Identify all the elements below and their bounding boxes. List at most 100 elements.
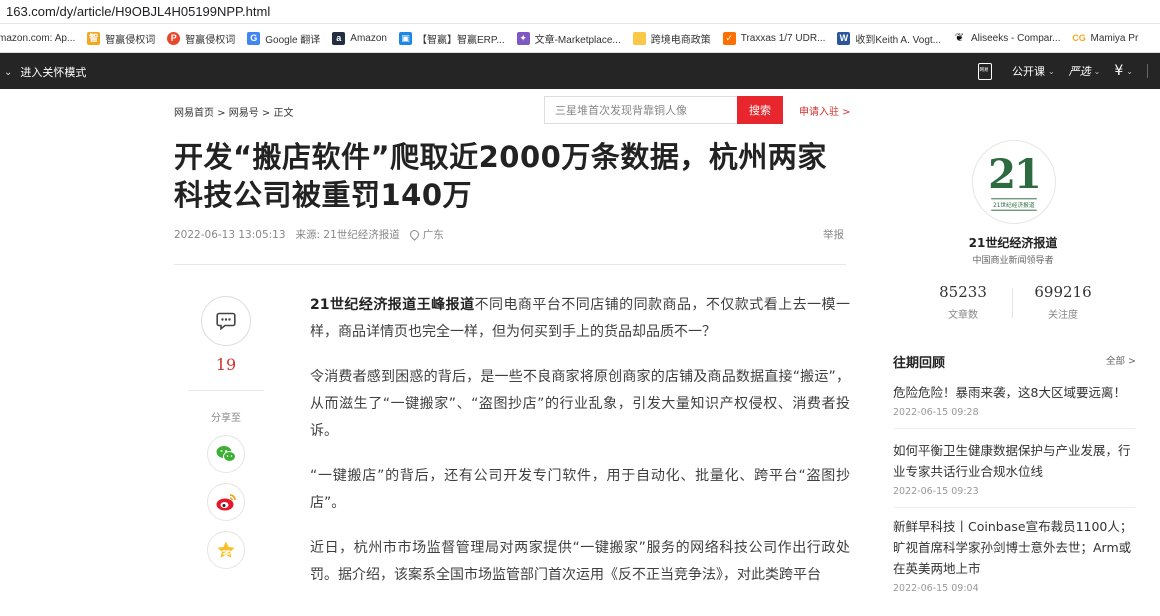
chevron-down-icon: ⌄: [4, 66, 13, 78]
bookmark-label: 智赢侵权词: [105, 34, 156, 46]
comment-button[interactable]: [201, 296, 251, 346]
source-description: 中国商业新闻领导者: [972, 256, 1054, 266]
apply-join-link[interactable]: 申请入驻 >: [799, 103, 851, 118]
stat-label: 文章数: [948, 310, 978, 321]
logo-number: 21: [988, 150, 1042, 198]
finance-menu[interactable]: ¥ ⌄: [1114, 63, 1133, 79]
yanxuan-menu[interactable]: 严选 ⌄: [1069, 63, 1101, 79]
paragraph: 近日，杭州市市场监督管理局对两家提供“一键搬家”服务的网络科技公司作出行政处罚。…: [310, 540, 850, 583]
publish-date: 2022-06-13 13:05:13: [174, 228, 286, 241]
open-course-menu[interactable]: 公开课 ⌄: [1012, 63, 1055, 79]
bookmark-label: Mamiya Pr: [1090, 32, 1139, 44]
chevron-down-icon: ⌄: [1126, 66, 1133, 76]
article-location: 广东: [422, 229, 444, 241]
news-date: 2022-06-15 09:23: [893, 486, 979, 497]
qzone-star-icon: [217, 541, 235, 558]
site-header: ⌄ 进入关怀模式 公开课⌄ 严选⌄ ¥⌄: [0, 53, 1160, 89]
divider: [1147, 64, 1148, 78]
share-weibo-button[interactable]: [207, 483, 245, 521]
bookmark-label: 收到Keith A. Vogt...: [855, 34, 941, 46]
news-title[interactable]: 新鲜早科技丨Coinbase宣布裁员1100人；旷视首席科学家孙剑博士意外去世；…: [893, 516, 1135, 579]
divider: [893, 507, 1135, 508]
news-item[interactable]: 新鲜早科技丨Coinbase宣布裁员1100人；旷视首席科学家孙剑博士意外去世；…: [893, 516, 1135, 594]
bookmark-label: mazon.com: Ap...: [0, 32, 76, 44]
bookmark-word[interactable]: W 收到Keith A. Vogt...: [837, 31, 941, 46]
divider: [893, 428, 1135, 429]
logo-subtitle: 21世纪经济报道: [991, 197, 1037, 211]
bookmark-amazon[interactable]: mazon.com: Ap...: [0, 33, 75, 44]
address-bar[interactable]: 163.com/dy/article/H9OBJL4H05199NPP.html: [0, 0, 1160, 24]
bookmark-google-translate[interactable]: G Google 翻译: [247, 31, 320, 46]
zhiying-red-icon: P: [167, 31, 181, 45]
wechat-icon: [216, 446, 236, 462]
news-item[interactable]: 如何平衡卫生健康数据保护与产业发展，行业专家共话行业合规水位线 2022-06-…: [893, 440, 1135, 497]
search-box[interactable]: [544, 96, 738, 124]
stat-articles: 85233 文章数: [923, 283, 1003, 321]
divider: [1012, 288, 1013, 318]
care-mode-label: 进入关怀模式: [20, 66, 87, 79]
zhiying-icon: 智: [87, 31, 101, 45]
divider: [174, 264, 846, 265]
mamiya-icon: CG: [1072, 31, 1086, 45]
search-button[interactable]: 搜索: [737, 96, 783, 124]
paragraph: 21世纪经济报道王峰报道不同电商平台不同店铺的同款商品，不仅款式看上去一模一样，…: [310, 297, 850, 340]
article-title: 开发“搬店软件”爬取近2000万条数据，杭州两家科技公司被重罚140万: [174, 140, 827, 212]
bookmarks-bar: mazon.com: Ap... 智智赢侵权词 P 智赢侵权词 G Google 翻…: [0, 24, 1160, 53]
search-input[interactable]: [545, 97, 738, 123]
amazon-a-icon: a: [332, 31, 346, 45]
bookmark-label: 跨境电商政策: [650, 34, 711, 46]
view-all-link[interactable]: 全部 >: [1106, 353, 1136, 367]
news-title[interactable]: 如何平衡卫生健康数据保护与产业发展，行业专家共话行业合规水位线: [893, 440, 1135, 482]
yanxuan-label: 严选: [1068, 65, 1091, 78]
google-translate-icon: G: [247, 31, 261, 45]
breadcrumb[interactable]: 网易首页 > 网易号 > 正文: [174, 104, 293, 119]
word-icon: W: [837, 31, 851, 45]
bookmark-marketplace[interactable]: ✦ 文章-Marketplace...: [516, 31, 621, 46]
bookmark-label: Aliseeks - Compar...: [971, 32, 1061, 44]
finance-label: ¥: [1114, 63, 1124, 79]
aliseeks-icon: ❦: [953, 31, 966, 45]
bookmark-label: Google 翻译: [265, 34, 321, 46]
bookmark-zhiying[interactable]: 智智赢侵权词: [87, 31, 155, 46]
comment-count[interactable]: 19: [200, 355, 252, 374]
share-label: 分享至: [211, 413, 241, 424]
bookmark-aliseeks[interactable]: ❦ Aliseeks - Compar...: [953, 31, 1061, 45]
share-qzone-button[interactable]: [207, 531, 245, 569]
bookmark-erp[interactable]: ▣ 【智赢】智赢ERP...: [398, 31, 505, 46]
bookmark-mamiya[interactable]: CG Mamiya Pr: [1072, 31, 1139, 45]
stat-followers: 699216 关注度: [1023, 283, 1103, 321]
url-text[interactable]: 163.com/dy/article/H9OBJL4H05199NPP.html: [6, 4, 270, 19]
bookmark-label: Traxxas 1/7 UDR...: [740, 32, 826, 44]
news-item[interactable]: 危险危险！暴雨来袭，这8大区域要远离！ 2022-06-15 09:28: [893, 382, 1135, 418]
source-name[interactable]: 21世纪经济报道: [930, 234, 1096, 251]
bookmark-label: 【智赢】智赢ERP...: [416, 34, 505, 46]
chevron-down-icon: ⌄: [1047, 66, 1055, 76]
stat-label: 关注度: [1048, 310, 1078, 321]
paragraph: “一键搬店”的背后，还有公司开发专门软件，用于自动化、批量化、跨平台“盗图抄店”…: [310, 468, 850, 511]
folder-icon: [632, 31, 646, 45]
lead-text: 21世纪经济报道王峰报道: [310, 297, 475, 313]
erp-icon: ▣: [398, 31, 412, 45]
bookmark-folder[interactable]: 跨境电商政策: [632, 31, 711, 46]
bookmark-amazon-a[interactable]: a Amazon: [332, 31, 387, 45]
stat-value: 699216: [1034, 283, 1092, 301]
marketplace-icon: ✦: [516, 31, 530, 45]
divider: [188, 390, 264, 391]
chevron-down-icon: ⌄: [1093, 66, 1101, 76]
bookmark-label: Amazon: [350, 32, 387, 44]
report-link[interactable]: 举报: [823, 227, 844, 242]
news-title[interactable]: 危险危险！暴雨来袭，这8大区域要远离！: [893, 382, 1135, 403]
netease-app-link[interactable]: [977, 62, 998, 80]
article-source[interactable]: 来源: 21世纪经济报道: [296, 227, 400, 242]
paragraph: 令消费者感到困惑的背后，是一些不良商家将原创商家的店铺及商品数据直接“搬运”，从…: [310, 369, 850, 439]
news-date: 2022-06-15 09:28: [893, 407, 979, 418]
phone-icon: [977, 62, 992, 80]
article-meta: 2022-06-13 13:05:13 来源: 21世纪经济报道 广东: [174, 227, 454, 242]
bookmark-traxxas[interactable]: ✓ Traxxas 1/7 UDR...: [722, 31, 826, 45]
share-wechat-button[interactable]: [207, 435, 245, 473]
news-date: 2022-06-15 09:04: [893, 583, 979, 594]
comment-icon: [216, 312, 236, 330]
bookmark-zhiying-2[interactable]: P 智赢侵权词: [167, 31, 235, 46]
care-mode-link[interactable]: ⌄ 进入关怀模式: [4, 64, 86, 80]
source-logo[interactable]: 21 21世纪经济报道: [972, 140, 1056, 224]
